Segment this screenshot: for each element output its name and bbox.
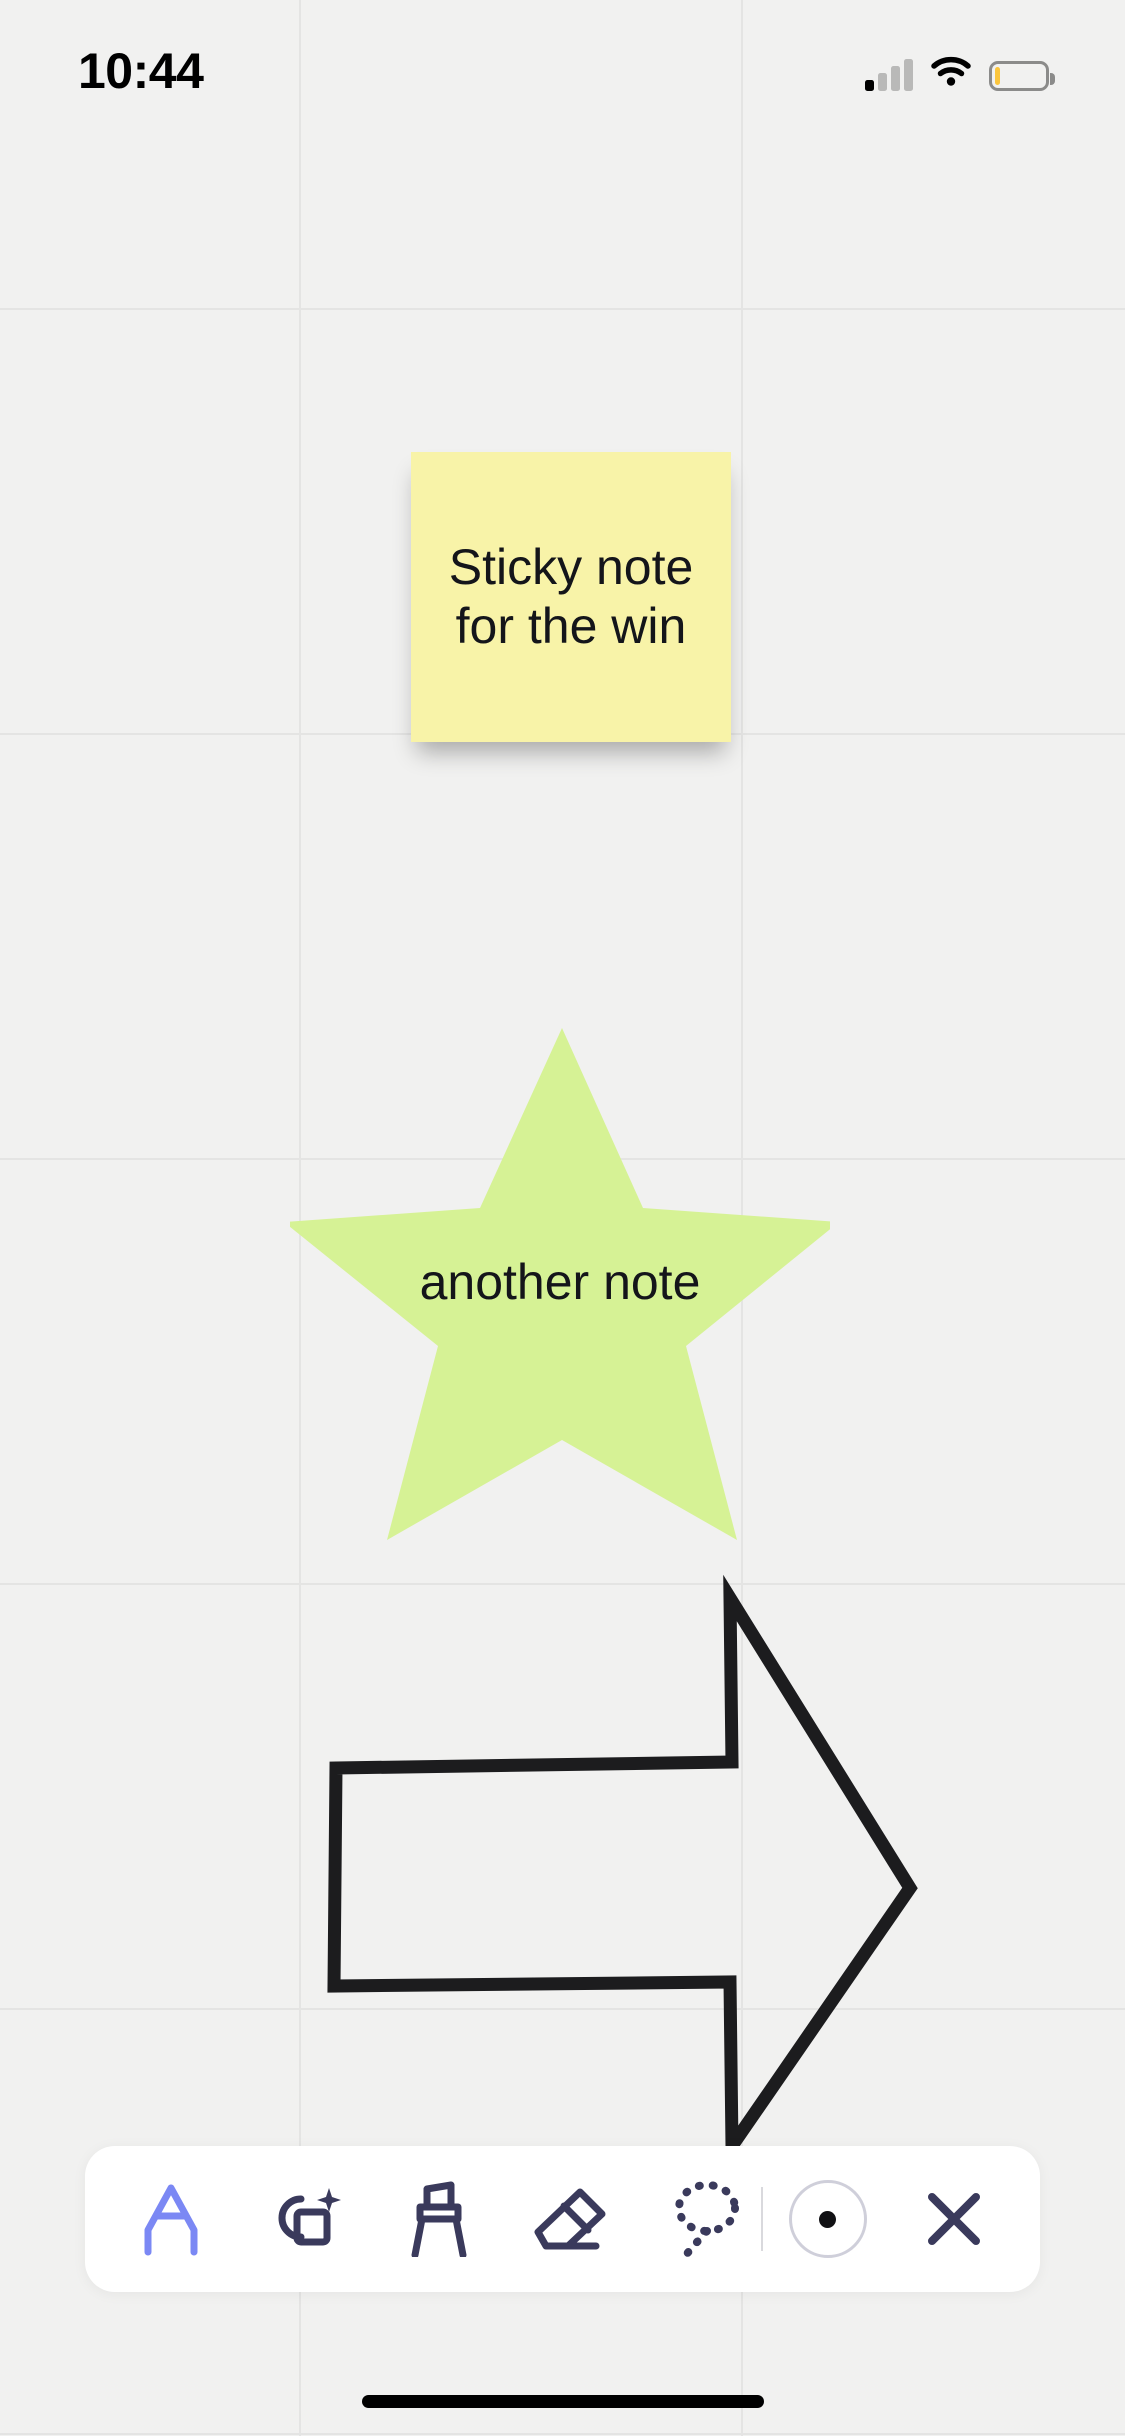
stroke-color-dot: [819, 2210, 837, 2228]
arrow-outline-icon: [327, 1574, 918, 2167]
star-note[interactable]: another note: [290, 1010, 830, 1610]
status-icons: [865, 56, 1055, 91]
sticky-note-text: Sticky note for the win: [448, 539, 694, 654]
wifi-icon: [931, 56, 971, 91]
tool-eraser[interactable]: [525, 2173, 617, 2265]
cellular-signal-icon: [865, 58, 913, 91]
stroke-color-swatch[interactable]: [788, 2180, 867, 2258]
star-note-text: another note: [419, 1254, 701, 1310]
pen-icon: [144, 2184, 198, 2256]
tool-magic-shape[interactable]: [258, 2173, 350, 2265]
toolbar-divider: [760, 2187, 763, 2251]
drawing-toolbar: [85, 2146, 1040, 2292]
highlighter-icon: [411, 2181, 467, 2257]
magic-shape-icon: [278, 2188, 342, 2246]
eraser-icon: [534, 2188, 606, 2250]
arrow-shape[interactable]: [300, 1574, 1125, 2167]
close-toolbar-button[interactable]: [908, 2173, 1000, 2265]
drawing-canvas[interactable]: Sticky note for the win another note: [0, 0, 1125, 2436]
tool-lasso[interactable]: [659, 2173, 751, 2265]
lasso-icon: [674, 2181, 739, 2260]
tool-highlighter[interactable]: [392, 2173, 484, 2265]
sticky-note[interactable]: Sticky note for the win: [411, 452, 731, 742]
home-indicator[interactable]: [361, 2395, 764, 2408]
status-bar: 10:44: [0, 0, 1125, 132]
tool-pen[interactable]: [125, 2173, 217, 2265]
close-icon: [928, 2193, 981, 2245]
battery-icon: [989, 60, 1055, 91]
phone-screen: Sticky note for the win another note 10:…: [0, 0, 1125, 2436]
status-time: 10:44: [78, 43, 204, 99]
